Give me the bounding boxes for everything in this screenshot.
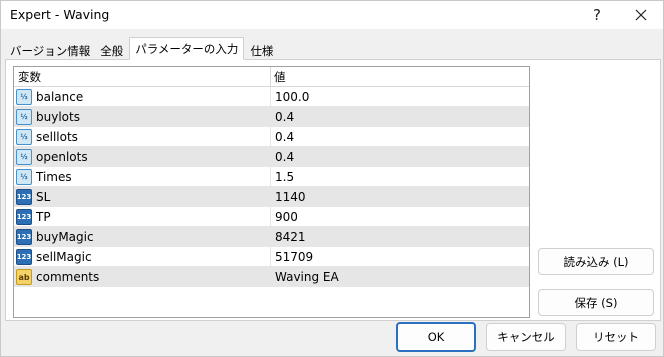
cell-divider	[270, 207, 271, 227]
param-value[interactable]: 0.4	[275, 107, 294, 127]
param-name: openlots	[36, 150, 88, 164]
expert-properties-dialog: Expert - Waving ? バージョン情報 全般 パラメーターの入力 仕…	[0, 0, 664, 357]
cell-divider	[270, 187, 271, 207]
parameters-grid[interactable]: 変数 値 ½ balance 100.0 ½ buylots 0.4 ½ sel…	[13, 66, 530, 318]
double-type-icon: ½	[16, 169, 32, 185]
string-type-icon: ab	[16, 269, 32, 285]
column-header-value[interactable]: 値	[270, 67, 286, 87]
cell-divider	[270, 267, 271, 287]
param-name: selllots	[36, 130, 78, 144]
table-row[interactable]: 123 sellMagic 51709	[14, 247, 529, 267]
cancel-button[interactable]: キャンセル	[486, 323, 566, 351]
table-row[interactable]: ½ selllots 0.4	[14, 127, 529, 147]
table-row[interactable]: ½ balance 100.0	[14, 87, 529, 107]
table-row[interactable]: ab comments Waving EA	[14, 267, 529, 287]
cell-divider	[270, 107, 271, 127]
integer-type-icon: 123	[16, 229, 32, 245]
reset-button[interactable]: リセット	[576, 323, 656, 351]
table-row[interactable]: 123 SL 1140	[14, 187, 529, 207]
double-type-icon: ½	[16, 89, 32, 105]
cell-divider	[270, 147, 271, 167]
tab-common[interactable]: 全般	[95, 40, 128, 60]
param-name: buylots	[36, 110, 80, 124]
param-value[interactable]: 0.4	[275, 147, 294, 167]
cell-divider	[270, 167, 271, 187]
param-value[interactable]: 1.5	[275, 167, 294, 187]
table-row[interactable]: 123 buyMagic 8421	[14, 227, 529, 247]
column-header-variable[interactable]: 変数	[14, 67, 41, 87]
param-value[interactable]: 51709	[275, 247, 313, 267]
param-value[interactable]: 900	[275, 207, 298, 227]
param-name: balance	[36, 90, 84, 104]
integer-type-icon: 123	[16, 189, 32, 205]
close-icon	[635, 9, 647, 21]
tab-inputs[interactable]: パラメーターの入力	[129, 37, 245, 60]
cell-divider	[270, 127, 271, 147]
param-name: sellMagic	[36, 250, 92, 264]
tab-dependencies[interactable]: 仕様	[245, 40, 278, 60]
load-button[interactable]: 読み込み (L)	[538, 248, 654, 275]
param-name: SL	[36, 190, 51, 204]
cell-divider	[270, 87, 271, 107]
table-row[interactable]: 123 TP 900	[14, 207, 529, 227]
param-value[interactable]: 8421	[275, 227, 306, 247]
window-title: Expert - Waving	[10, 7, 110, 22]
double-type-icon: ½	[16, 109, 32, 125]
table-row[interactable]: ½ Times 1.5	[14, 167, 529, 187]
param-value[interactable]: 0.4	[275, 127, 294, 147]
table-row[interactable]: ½ openlots 0.4	[14, 147, 529, 167]
param-name: buyMagic	[36, 230, 94, 244]
cell-divider	[270, 247, 271, 267]
close-button[interactable]	[619, 1, 663, 29]
integer-type-icon: 123	[16, 209, 32, 225]
cell-divider	[270, 227, 271, 247]
help-button[interactable]: ?	[575, 1, 619, 29]
double-type-icon: ½	[16, 129, 32, 145]
param-value[interactable]: 1140	[275, 187, 306, 207]
param-name: comments	[36, 270, 100, 284]
table-row[interactable]: ½ buylots 0.4	[14, 107, 529, 127]
ok-button[interactable]: OK	[396, 322, 476, 352]
double-type-icon: ½	[16, 149, 32, 165]
param-value[interactable]: Waving EA	[275, 267, 339, 287]
param-name: TP	[36, 210, 51, 224]
param-name: Times	[36, 170, 72, 184]
param-value[interactable]: 100.0	[275, 87, 309, 107]
title-bar[interactable]: Expert - Waving ?	[1, 1, 663, 29]
grid-header: 変数 値	[14, 67, 529, 87]
integer-type-icon: 123	[16, 249, 32, 265]
tab-about[interactable]: バージョン情報	[5, 40, 95, 60]
tab-strip: バージョン情報 全般 パラメーターの入力 仕様	[5, 37, 278, 60]
save-button[interactable]: 保存 (S)	[538, 289, 654, 316]
